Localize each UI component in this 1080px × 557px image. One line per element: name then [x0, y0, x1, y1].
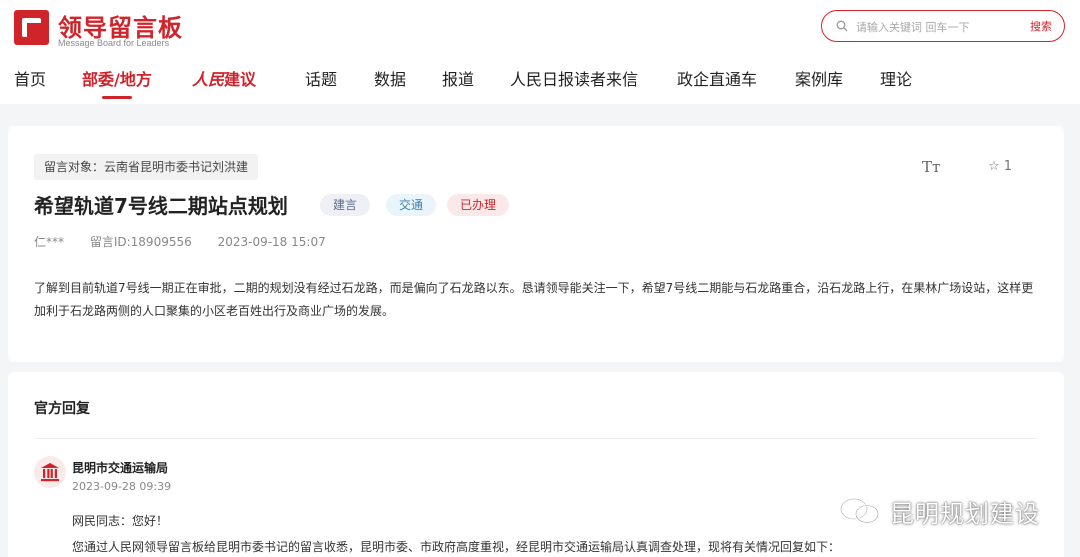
- nav-item-home[interactable]: 首页: [14, 66, 46, 90]
- tag-suggestion[interactable]: 建言: [320, 194, 371, 216]
- favorite-count: 1: [1003, 159, 1013, 174]
- site-header: 领导留言板 Message Board for Leaders 搜索 首页 部委…: [0, 0, 1080, 104]
- logo-subtitle: Message Board for Leaders: [58, 38, 170, 48]
- tag-transport[interactable]: 交通: [386, 194, 437, 216]
- nav-item-reader-letters[interactable]: 人民日报读者来信: [510, 66, 638, 90]
- nav-item-reports[interactable]: 报道: [442, 66, 474, 90]
- nav-brand-suffix: 建议: [224, 70, 257, 89]
- font-size-icon[interactable]: Tт: [922, 158, 940, 176]
- reply-org-name: 昆明市交通运输局: [72, 461, 169, 475]
- nav-item-data[interactable]: 数据: [374, 66, 406, 90]
- message-body: 了解到目前轨道7号线一期正在审批，二期的规划没有经过石龙路，而是偏向了石龙路以东…: [34, 281, 1034, 318]
- nav-active-indicator: [102, 96, 132, 99]
- message-meta: 仁*** 留言ID:18909556 2023-09-18 15:07: [34, 233, 348, 250]
- government-building-icon: [34, 456, 66, 488]
- search-input[interactable]: [856, 17, 1016, 37]
- site-logo[interactable]: 领导留言板 Message Board for Leaders: [14, 8, 204, 48]
- search-box: 搜索: [821, 10, 1065, 42]
- status-badge: 已办理: [447, 194, 510, 216]
- message-target: 留言对象：云南省昆明市委书记刘洪建: [34, 154, 259, 180]
- wechat-icon: [839, 497, 880, 524]
- nav-item-theory[interactable]: 理论: [880, 66, 912, 90]
- nav-item-ministries[interactable]: 部委/地方: [82, 66, 152, 90]
- reply-greeting: 网民同志：您好！: [72, 514, 169, 528]
- logo-mark-icon: [14, 10, 49, 45]
- favorite-button[interactable]: ☆ 1: [988, 159, 1012, 174]
- divider: [34, 438, 1038, 439]
- message-author: 仁***: [34, 235, 65, 249]
- star-icon: ☆: [988, 159, 1000, 174]
- nav-item-cases[interactable]: 案例库: [795, 66, 843, 90]
- message-datetime: 2023-09-18 15:07: [217, 235, 326, 249]
- reply-datetime: 2023-09-28 09:39: [72, 480, 172, 493]
- reply-section-title: 官方回复: [34, 401, 90, 417]
- main-nav: 首页 部委/地方 人民建议 话题 数据 报道 人民日报读者来信 政企直通车 案例…: [0, 66, 1080, 99]
- search-button[interactable]: 搜索: [1030, 18, 1052, 34]
- message-card: 留言对象：云南省昆明市委书记刘洪建 Tт ☆ 1 希望轨道7号线二期站点规划 建…: [8, 126, 1064, 362]
- reply-paragraph: 您通过人民网领导留言板给昆明市委书记的留言收悉，昆明市委、市政府高度重视，经昆明…: [72, 540, 841, 554]
- search-icon[interactable]: [836, 20, 848, 32]
- nav-item-suggestions[interactable]: 人民建议: [192, 66, 256, 90]
- message-id: 留言ID:18909556: [89, 235, 192, 249]
- watermark-text: 昆明规划建设: [890, 500, 1040, 528]
- message-title: 希望轨道7号线二期站点规划: [34, 194, 288, 218]
- nav-item-topics[interactable]: 话题: [305, 66, 337, 90]
- nav-item-enterprise[interactable]: 政企直通车: [677, 66, 757, 90]
- nav-brand-label: 人民: [192, 70, 225, 89]
- reply-card: 官方回复 昆明市交通运输局 2023-09-28 09:39 网民同志：您好！ …: [8, 372, 1064, 557]
